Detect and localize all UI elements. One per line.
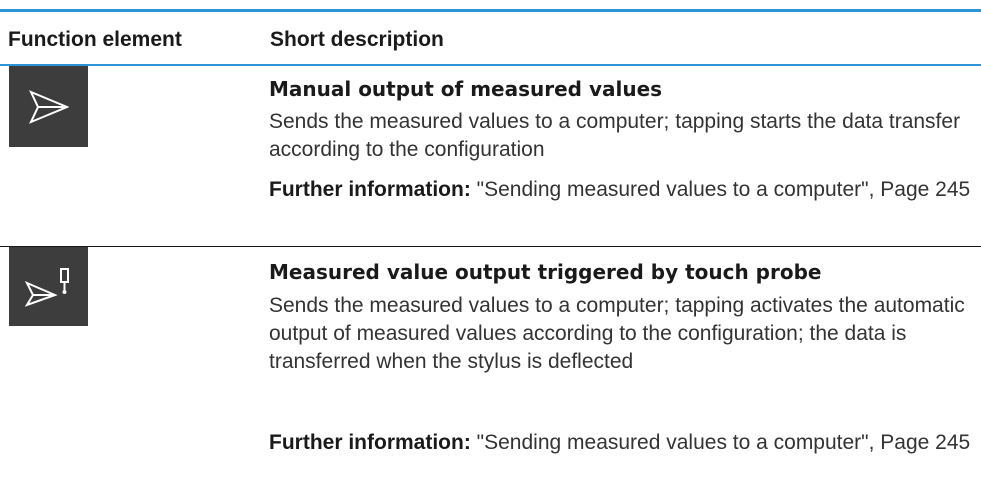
send-icon[interactable] xyxy=(9,66,88,147)
row-body: Sends the measured values to a computer;… xyxy=(269,294,965,373)
further-information-link[interactable]: "Sending measured values to a computer",… xyxy=(471,178,971,201)
send-touch-probe-icon[interactable] xyxy=(9,247,88,326)
send-icon-graphic xyxy=(28,89,69,124)
table-row: Measured value output triggered by touch… xyxy=(0,247,981,495)
column-header-short-description: Short description xyxy=(270,28,444,51)
further-information-label: Further information: xyxy=(269,431,471,454)
row-body: Sends the measured values to a computer;… xyxy=(269,110,961,161)
further-information: Further information: "Sending measured v… xyxy=(269,429,974,457)
row-title: Manual output of measured values xyxy=(269,77,663,101)
send-touch-probe-icon-graphic xyxy=(24,267,69,307)
table-row: Manual output of measured values Sends t… xyxy=(0,66,981,246)
column-header-function-element: Function element xyxy=(8,28,182,51)
row-title: Measured value output triggered by touch… xyxy=(269,260,822,284)
further-information-link[interactable]: "Sending measured values to a computer",… xyxy=(471,431,971,454)
further-information-label: Further information: xyxy=(269,178,471,201)
table-header: Function element Short description xyxy=(0,12,981,64)
further-information: Further information: "Sending measured v… xyxy=(269,176,974,204)
